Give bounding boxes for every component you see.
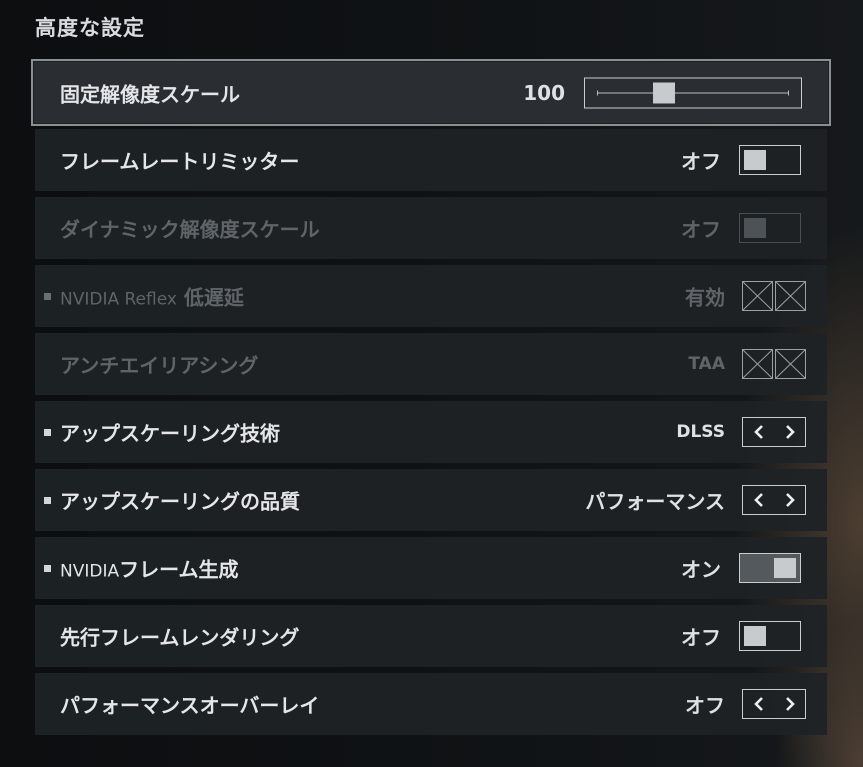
setting-frame-rate-limiter[interactable]: フレームレートリミッター オフ xyxy=(35,129,827,191)
setting-label: 固定解像度スケール xyxy=(60,82,240,106)
setting-value: オフ xyxy=(685,693,725,718)
setting-anti-aliasing: アンチエイリアシング TAA xyxy=(35,333,827,395)
setting-label: アップスケーリングの品質 xyxy=(44,486,300,515)
slider-track-start xyxy=(597,90,598,95)
chevron-right-icon[interactable] xyxy=(774,418,805,446)
setting-label: アップスケーリング技術 xyxy=(44,418,280,447)
frame-rate-limiter-toggle[interactable] xyxy=(739,145,801,175)
setting-label: フレームレートリミッター xyxy=(60,149,300,174)
label-text: アップスケーリングの品質 xyxy=(60,489,300,514)
setting-upscaling-quality[interactable]: アップスケーリングの品質 パフォーマンス xyxy=(35,469,827,531)
setting-label: パフォーマンスオーバーレイ xyxy=(60,693,320,718)
toggle-knob xyxy=(774,558,796,578)
setting-nvidia-reflex-low-latency: NVIDIA Reflex 低遅延 有効 xyxy=(35,265,827,327)
setting-value: オフ xyxy=(681,217,721,242)
upscaling-technology-selector[interactable] xyxy=(742,417,806,447)
upscaling-quality-selector[interactable] xyxy=(742,485,806,515)
performance-overlay-selector[interactable] xyxy=(742,689,806,719)
bullet-marker xyxy=(44,292,51,300)
dynamic-resolution-toggle xyxy=(739,213,801,243)
bullet-marker xyxy=(44,496,51,504)
setting-nvidia-frame-generation[interactable]: NVIDIAフレーム生成 オン xyxy=(35,537,827,599)
toggle-knob xyxy=(744,626,766,646)
frame-generation-toggle[interactable] xyxy=(739,553,801,583)
setting-value: DLSS xyxy=(676,422,725,442)
pre-rendered-frames-toggle[interactable] xyxy=(739,621,801,651)
setting-value: パフォーマンス xyxy=(585,489,725,514)
label-brand: NVIDIA Reflex xyxy=(60,289,177,310)
crossed-box-icon xyxy=(742,281,806,311)
setting-label: 先行フレームレンダリング xyxy=(60,625,300,650)
slider-thumb[interactable] xyxy=(653,82,676,103)
section-title: 高度な設定 xyxy=(35,16,145,40)
setting-value: TAA xyxy=(688,354,725,374)
setting-fixed-resolution-scale[interactable]: 固定解像度スケール 100 xyxy=(31,59,831,126)
label-text: 低遅延 xyxy=(183,285,244,310)
setting-upscaling-technology[interactable]: アップスケーリング技術 DLSS xyxy=(35,401,827,463)
slider-track-end xyxy=(788,90,789,95)
setting-performance-overlay[interactable]: パフォーマンスオーバーレイ オフ xyxy=(35,673,827,735)
setting-value: オン xyxy=(681,557,721,582)
setting-value: オフ xyxy=(681,149,721,174)
setting-label: NVIDIAフレーム生成 xyxy=(44,554,239,583)
label-brand: NVIDIA xyxy=(60,561,120,582)
toggle-knob xyxy=(744,150,766,170)
slider-value: 100 xyxy=(523,80,565,105)
resolution-scale-slider[interactable] xyxy=(584,77,802,108)
chevron-right-icon[interactable] xyxy=(774,690,805,718)
setting-label: ダイナミック解像度スケール xyxy=(60,217,320,242)
slider-track xyxy=(597,92,789,93)
toggle-knob xyxy=(744,218,766,238)
setting-pre-rendered-frames[interactable]: 先行フレームレンダリング オフ xyxy=(35,605,827,667)
label-text: アップスケーリング技術 xyxy=(60,421,280,446)
setting-dynamic-resolution-scale: ダイナミック解像度スケール オフ xyxy=(35,197,827,259)
label-text: フレーム生成 xyxy=(119,557,239,582)
setting-label: NVIDIA Reflex 低遅延 xyxy=(44,282,244,311)
setting-value: 有効 xyxy=(685,285,725,310)
bullet-marker xyxy=(44,428,51,436)
bullet-marker xyxy=(44,564,51,572)
chevron-left-icon[interactable] xyxy=(743,418,774,446)
crossed-box-icon xyxy=(742,349,806,379)
setting-label: アンチエイリアシング xyxy=(60,353,259,378)
chevron-left-icon[interactable] xyxy=(743,486,774,514)
chevron-right-icon[interactable] xyxy=(774,486,805,514)
setting-value: オフ xyxy=(681,625,721,650)
chevron-left-icon[interactable] xyxy=(743,690,774,718)
